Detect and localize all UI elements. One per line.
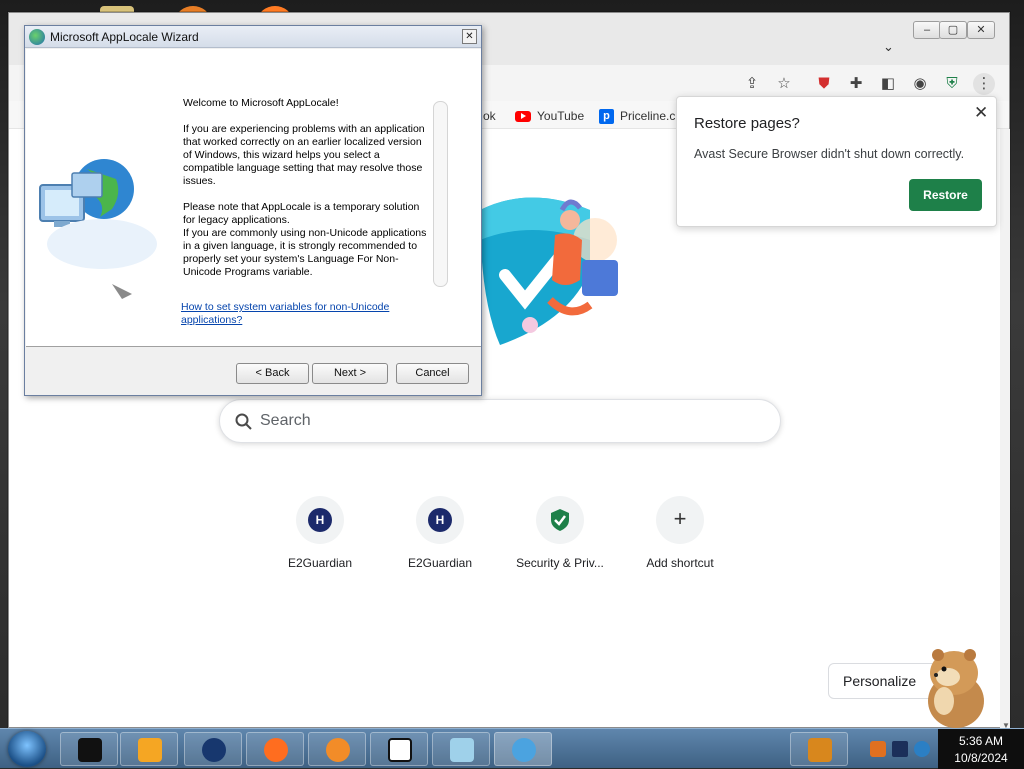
shortcut-label: E2Guardian [407, 556, 473, 570]
shortcut-label: E2Guardian [287, 556, 353, 570]
dialog-close-button[interactable]: ✕ [462, 29, 477, 44]
shortcut-icon-circle: H [296, 496, 344, 544]
bookmark-item[interactable]: ok [483, 107, 496, 125]
shortcut-icon-circle: H [416, 496, 464, 544]
privacy-shield-icon[interactable]: ⛊ [813, 73, 835, 95]
start-button[interactable] [8, 731, 46, 767]
search-tool-icon [808, 738, 832, 762]
search-box[interactable]: Search [219, 399, 781, 443]
shortcut-icon-circle: + [656, 496, 704, 544]
search-icon [235, 413, 252, 430]
shortcut-label: Security & Priv... [516, 556, 604, 570]
cancel-button[interactable]: Cancel [396, 363, 469, 384]
priceline-icon: p [599, 108, 614, 124]
profile-icon[interactable]: ◉ [909, 73, 931, 95]
next-button[interactable]: Next > [312, 363, 388, 384]
media-player-icon [138, 738, 162, 762]
taskbar-applocale[interactable] [494, 732, 552, 766]
shortcut-label: Add shortcut [646, 556, 714, 570]
taskbar-terminal[interactable] [60, 732, 118, 766]
taskbar-globe-app[interactable] [184, 732, 242, 766]
clock-date: 10/8/2024 [954, 751, 1008, 765]
globe-app-icon [202, 738, 226, 762]
search-placeholder: Search [260, 412, 311, 429]
shortcut-e2guardian-2[interactable]: H E2Guardian [384, 496, 496, 576]
close-window-button[interactable]: ✕ [967, 21, 995, 39]
tray-network-icon[interactable] [892, 741, 908, 757]
side-panel-icon[interactable]: ◧ [877, 73, 899, 95]
bookmark-priceline[interactable]: p Priceline.c [599, 107, 675, 125]
restore-message: Avast Secure Browser didn't shut down co… [694, 147, 965, 161]
clock-time: 5:36 AM [958, 734, 1004, 748]
globe-icon [29, 29, 45, 45]
shield-check-icon [551, 509, 569, 531]
dialog-scrollbar[interactable] [433, 101, 448, 287]
minimize-button[interactable]: – [913, 21, 941, 39]
tab-search-chevron-icon[interactable]: ⌄ [883, 39, 894, 55]
taskbar-avast-browser[interactable] [308, 732, 366, 766]
hero-illustration [470, 180, 640, 350]
system-tray [858, 729, 938, 769]
shortcut-security-privacy[interactable]: Security & Priv... [504, 496, 616, 576]
dialog-paragraph-1: If you are experiencing problems with an… [183, 123, 425, 187]
dialog-paragraph-2: Please note that AppLocale is a temporar… [183, 201, 420, 226]
youtube-icon [515, 110, 531, 122]
taskbar: 5:36 AM 10/8/2024 [0, 728, 1024, 769]
page-scrollbar[interactable] [1000, 129, 1010, 729]
avast-security-icon[interactable]: ⛨ [941, 73, 963, 95]
e2guardian-icon: H [308, 508, 332, 532]
close-icon[interactable]: ✕ [974, 103, 988, 123]
applocale-wizard-dialog: Microsoft AppLocale Wizard ✕ Welcome to … [24, 25, 482, 396]
bookmark-youtube[interactable]: YouTube [515, 107, 584, 125]
system-variables-help-link[interactable]: How to set system variables for non-Unic… [181, 301, 421, 327]
shortcut-icon-circle [536, 496, 584, 544]
taskbar-7zip[interactable] [370, 732, 428, 766]
tray-volume-icon[interactable] [914, 741, 930, 757]
restore-button[interactable]: Restore [909, 179, 982, 211]
taskbar-clock[interactable]: 5:36 AM 10/8/2024 [938, 729, 1024, 769]
computer-globe-icon [39, 159, 157, 299]
7zip-icon [388, 738, 412, 762]
firefox-icon [264, 738, 288, 762]
restore-pages-popup: Restore pages? Avast Secure Browser didn… [676, 96, 997, 227]
extensions-puzzle-icon[interactable]: ✚ [845, 73, 867, 95]
maximize-button[interactable]: ▢ [939, 21, 967, 39]
taskbar-notepad[interactable] [432, 732, 490, 766]
bookmark-label: YouTube [537, 109, 585, 123]
shortcut-add[interactable]: + Add shortcut [624, 496, 736, 576]
back-button[interactable]: < Back [236, 363, 309, 384]
menu-kebab-icon[interactable]: ⋮ [973, 73, 995, 95]
taskbar-search-tool[interactable] [790, 732, 848, 766]
dialog-paragraph-3: If you are commonly using non-Unicode ap… [183, 227, 427, 278]
notepad-icon [450, 738, 474, 762]
taskbar-media-player[interactable] [120, 732, 178, 766]
terminal-icon [78, 738, 102, 762]
shortcut-e2guardian-1[interactable]: H E2Guardian [264, 496, 376, 576]
avast-browser-icon [326, 738, 350, 762]
dialog-welcome-heading: Welcome to Microsoft AppLocale! [183, 97, 339, 109]
tray-shield-icon[interactable] [870, 741, 886, 757]
hamster-mascot-icon [914, 645, 994, 729]
applocale-icon [512, 738, 536, 762]
bookmark-label: ok [483, 109, 496, 123]
plus-icon: + [673, 506, 687, 531]
e2guardian-icon: H [428, 508, 452, 532]
share-icon[interactable]: ⇪ [741, 73, 763, 95]
dialog-title: Microsoft AppLocale Wizard [50, 30, 199, 44]
restore-title: Restore pages? [694, 115, 800, 132]
taskbar-firefox[interactable] [246, 732, 304, 766]
dialog-titlebar[interactable]: Microsoft AppLocale Wizard ✕ [25, 26, 481, 48]
bookmark-star-icon[interactable]: ☆ [773, 73, 795, 95]
bookmark-label: Priceline.c [620, 109, 676, 123]
dialog-body: Welcome to Microsoft AppLocale! If you a… [26, 49, 481, 347]
